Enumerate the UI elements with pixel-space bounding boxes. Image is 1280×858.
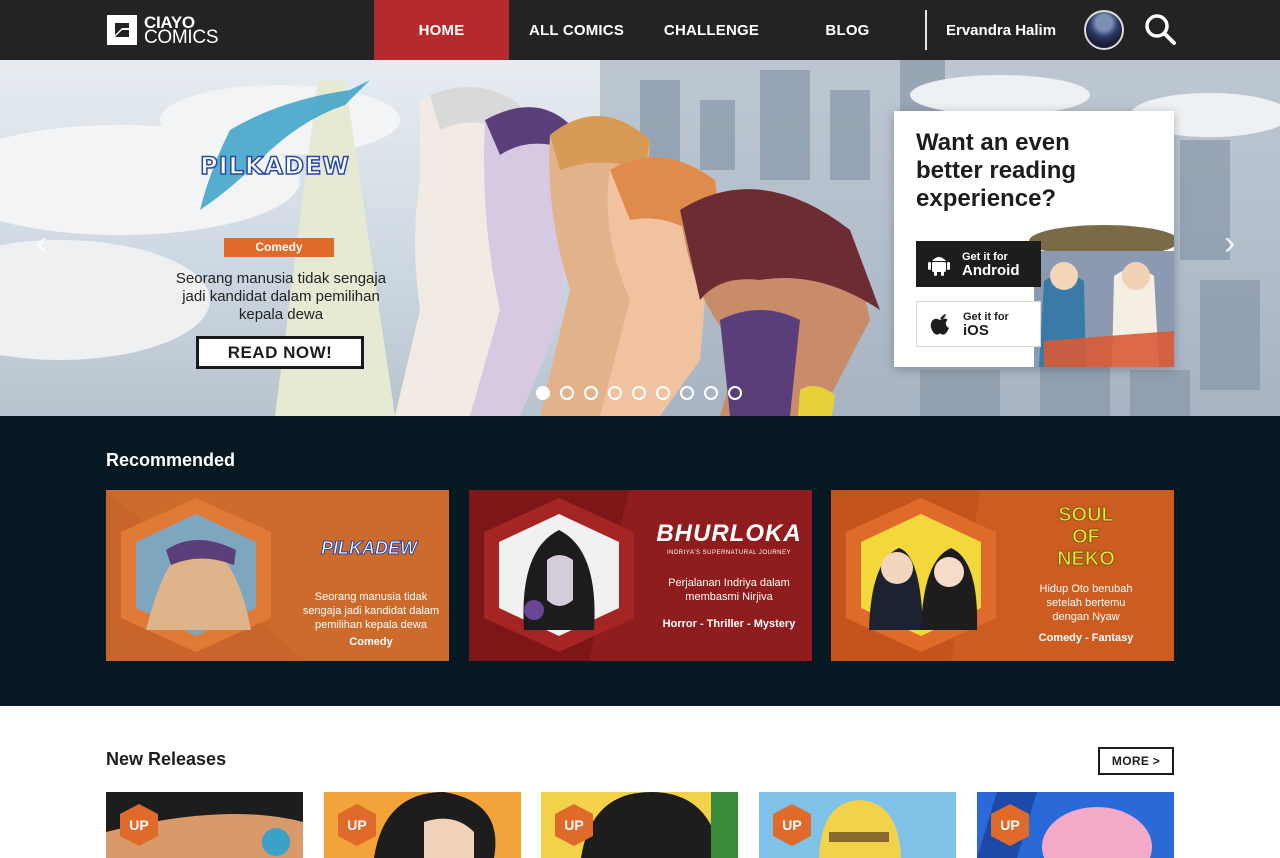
nav-blog[interactable]: BLOG <box>780 0 915 60</box>
up-badge: UP <box>991 804 1029 846</box>
app-card-title: Want an even better reading experience? <box>916 129 1077 212</box>
nav-divider <box>925 10 927 50</box>
carousel-dot[interactable] <box>704 386 718 400</box>
ios-button-top: Get it for <box>963 310 1009 323</box>
read-now-button[interactable]: READ NOW! <box>196 336 364 369</box>
new-release-card[interactable]: UP <box>106 792 303 858</box>
android-button-top: Get it for <box>962 250 1008 263</box>
carousel-dot[interactable] <box>632 386 646 400</box>
more-button[interactable]: MORE > <box>1098 747 1174 775</box>
up-badge: UP <box>555 804 593 846</box>
rec-description: Hidup Oto berubah setelah bertemu dengan… <box>1039 583 1133 623</box>
rec-logo: PILKADEW <box>321 538 418 559</box>
rec-logo-line-1: SOUL <box>1058 504 1115 527</box>
user-avatar[interactable] <box>1084 10 1124 50</box>
up-badge: UP <box>338 804 376 846</box>
android-button-label: Android <box>962 261 1020 279</box>
rec-description: Perjalanan Indriya dalam membasmi Nirjiv… <box>668 577 790 603</box>
new-releases-title: New Releases <box>106 749 227 769</box>
nav-challenge[interactable]: CHALLENGE <box>644 0 779 60</box>
nav-home[interactable]: HOME <box>374 0 509 60</box>
new-release-card[interactable]: UP <box>759 792 956 858</box>
prev-slide-icon[interactable]: ‹ <box>36 226 47 260</box>
hero-genre-tag: Comedy <box>224 238 334 257</box>
ciayo-logo-icon <box>107 15 137 45</box>
nav-all-comics[interactable]: ALL COMICS <box>509 0 644 60</box>
rec-genres: Comedy <box>349 636 393 648</box>
apple-icon <box>930 314 949 335</box>
rec-genres: Horror - Thriller - Mystery <box>662 618 796 630</box>
new-release-card[interactable]: UP <box>324 792 521 858</box>
new-release-card[interactable]: UP <box>977 792 1174 858</box>
carousel-dots <box>536 386 742 400</box>
up-badge: UP <box>120 804 158 846</box>
hero-description: Seorang manusia tidak sengaja jadi kandi… <box>175 270 387 323</box>
get-android-button[interactable]: Get it for Android <box>916 241 1041 287</box>
get-ios-button[interactable]: Get it for iOS <box>916 301 1041 347</box>
ciayo-logo[interactable]: CIAYO COMICS <box>106 14 219 48</box>
new-release-card[interactable]: UP <box>541 792 738 858</box>
carousel-dot[interactable] <box>656 386 670 400</box>
recommended-title: Recommended <box>106 450 236 470</box>
rec-logo-line-3: NEKO <box>1057 548 1116 571</box>
app-download-card: Want an even better reading experience? … <box>894 111 1174 367</box>
top-navbar: CIAYO COMICS HOME ALL COMICS CHALLENGE B… <box>0 0 1280 60</box>
carousel-dot[interactable] <box>608 386 622 400</box>
recommended-card-pilkadew[interactable]: PILKADEW Seorang manusia tidak sengaja j… <box>106 490 449 661</box>
rec-subtitle: INDRIYA'S SUPERNATURAL JOURNEY <box>666 550 792 556</box>
up-badge: UP <box>773 804 811 846</box>
ios-button-label: iOS <box>963 321 989 339</box>
rec-genres: Comedy - Fantasy <box>1038 632 1134 644</box>
carousel-dot[interactable] <box>728 386 742 400</box>
rec-logo: BHURLOKA <box>656 520 802 547</box>
recommended-section: Recommended PILKADEW Seorang manusia tid… <box>0 416 1280 706</box>
user-name[interactable]: Ervandra Halim <box>946 0 1056 60</box>
recommended-card-soul-of-neko[interactable]: SOUL OF NEKO Hidup Oto berubah setelah b… <box>831 490 1174 661</box>
rec-logo-line-2: OF <box>1072 526 1101 549</box>
recommended-card-bhurloka[interactable]: BHURLOKA INDRIYA'S SUPERNATURAL JOURNEY … <box>469 490 812 661</box>
app-card-illustration <box>1029 225 1174 367</box>
carousel-dot[interactable] <box>680 386 694 400</box>
carousel-dot[interactable] <box>560 386 574 400</box>
search-icon[interactable] <box>1141 10 1181 50</box>
next-slide-icon[interactable]: › <box>1224 226 1235 260</box>
hero-banner: PILKADEW Comedy Seorang manusia tidak se… <box>0 60 1280 416</box>
carousel-dot[interactable] <box>536 386 550 400</box>
rec-description: Seorang manusia tidak sengaja jadi kandi… <box>302 591 440 631</box>
logo-line-2: COMICS <box>144 27 219 48</box>
carousel-dot[interactable] <box>584 386 598 400</box>
hero-comic-logo: PILKADEW <box>199 151 350 181</box>
android-icon <box>928 257 950 276</box>
